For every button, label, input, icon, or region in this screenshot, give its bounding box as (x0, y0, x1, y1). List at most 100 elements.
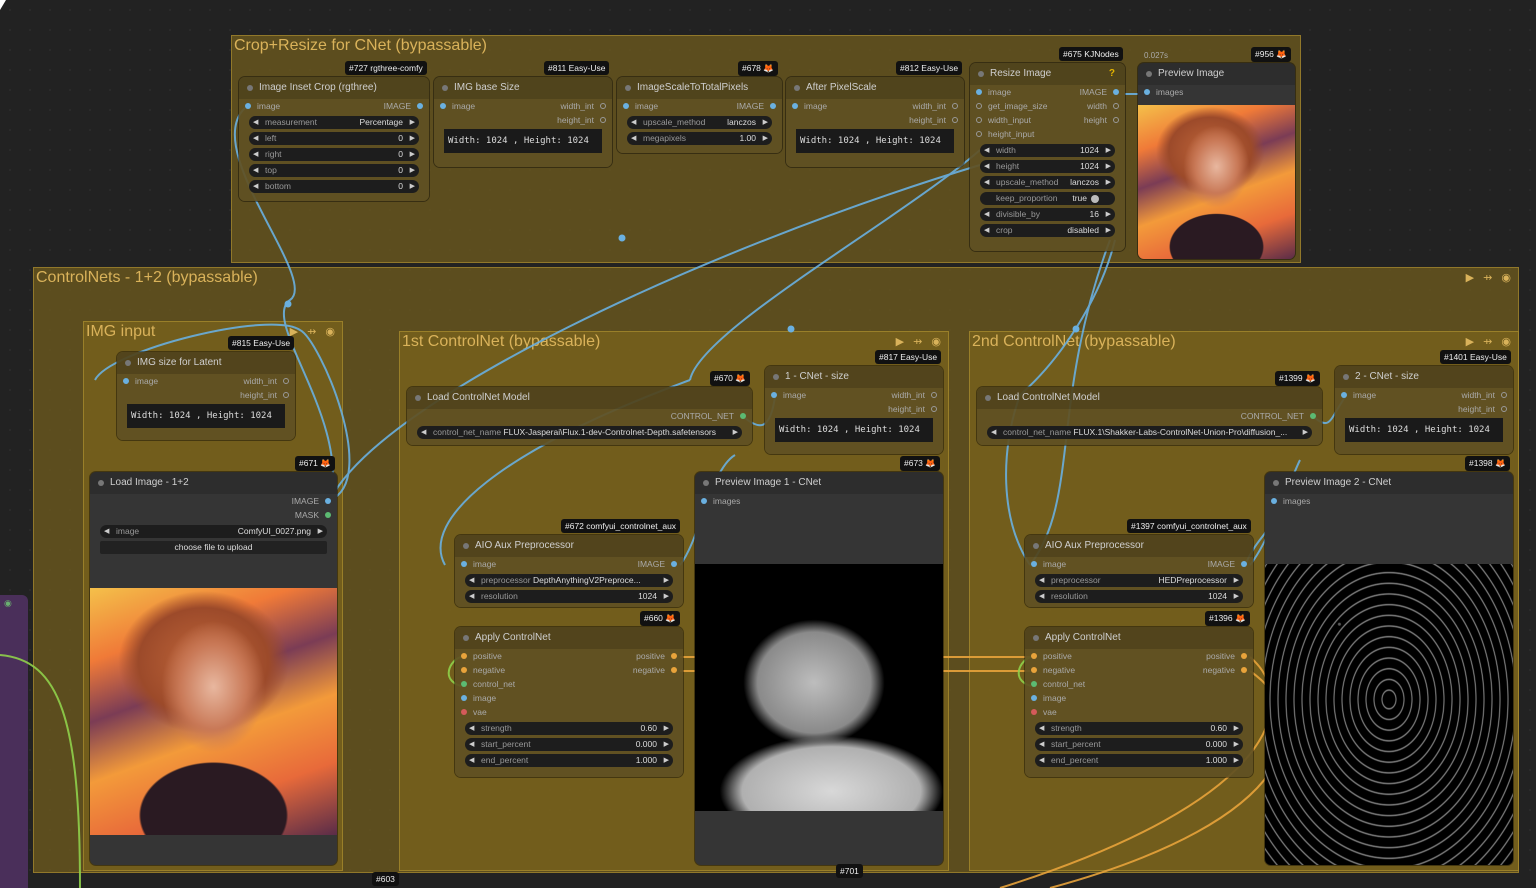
input-slot[interactable] (440, 103, 446, 109)
control-net-name-combo[interactable]: control_net_name FLUX-Jasperai\Flux.1-de… (417, 426, 742, 439)
top-number[interactable]: top0 (249, 164, 419, 177)
output-slot[interactable] (1501, 392, 1507, 398)
left-number[interactable]: left0 (249, 132, 419, 145)
output-slot[interactable] (1241, 667, 1247, 673)
output-slot[interactable] (671, 561, 677, 567)
input-slot[interactable] (976, 103, 982, 109)
input-slot[interactable] (1031, 653, 1037, 659)
output-slot[interactable] (417, 103, 423, 109)
output-slot[interactable] (931, 406, 937, 412)
output-slot[interactable] (952, 117, 958, 123)
input-slot[interactable] (461, 709, 467, 715)
upscale-method-combo[interactable]: upscale_methodlanczos (627, 116, 772, 129)
crop-combo[interactable]: cropdisabled (980, 224, 1115, 237)
input-slot[interactable] (1271, 498, 1277, 504)
bottom-number[interactable]: bottom0 (249, 180, 419, 193)
output-slot[interactable] (952, 103, 958, 109)
output-slot[interactable] (325, 498, 331, 504)
strength-number[interactable]: strength0.60 (465, 722, 673, 735)
node-preview-image[interactable]: Preview Image images (1138, 63, 1295, 259)
control-net-name-combo[interactable]: control_net_name FLUX.1\Shakker-Labs-Con… (987, 426, 1312, 439)
output-slot[interactable] (1501, 406, 1507, 412)
megapixels-number[interactable]: megapixels1.00 (627, 132, 772, 145)
node-load-controlnet-2[interactable]: Load ControlNet Model CONTROL_NET contro… (977, 387, 1322, 445)
input-slot[interactable] (1341, 392, 1347, 398)
offscreen-node-fragment[interactable]: ◉ (0, 595, 28, 888)
node-img-size-for-latent[interactable]: IMG size for Latent image width_int heig… (117, 352, 295, 440)
measurement-combo[interactable]: measurementPercentage (249, 116, 419, 129)
input-slot[interactable] (701, 498, 707, 504)
input-slot[interactable] (976, 89, 982, 95)
output-slot[interactable] (1310, 413, 1316, 419)
input-slot[interactable] (245, 103, 251, 109)
width-number[interactable]: width1024 (980, 144, 1115, 157)
output-slot[interactable] (740, 413, 746, 419)
group-controls-icons[interactable]: ▶ ⇸ ◉ (896, 335, 944, 348)
input-slot[interactable] (1031, 681, 1037, 687)
preprocessor-combo[interactable]: preprocessorHEDPreprocessor (1035, 574, 1243, 587)
height-number[interactable]: height1024 (980, 160, 1115, 173)
resolution-number[interactable]: resolution1024 (1035, 590, 1243, 603)
node-apply-controlnet-1[interactable]: Apply ControlNet positive positive negat… (455, 627, 683, 777)
node-load-image[interactable]: Load Image - 1+2 IMAGE MASK imageComfyUI… (90, 472, 337, 865)
input-slot[interactable] (771, 392, 777, 398)
node-aio-aux-preprocessor-2[interactable]: AIO Aux Preprocessor image IMAGE preproc… (1025, 535, 1253, 607)
output-slot[interactable] (1113, 117, 1119, 123)
right-number[interactable]: right0 (249, 148, 419, 161)
divisible-by-number[interactable]: divisible_by16 (980, 208, 1115, 221)
input-slot[interactable] (976, 131, 982, 137)
node-load-controlnet-1[interactable]: Load ControlNet Model CONTROL_NET contro… (407, 387, 752, 445)
end-percent-number[interactable]: end_percent1.000 (465, 754, 673, 767)
node-cnet-size-2[interactable]: 2 - CNet - size image width_int height_i… (1335, 366, 1513, 454)
upload-button[interactable]: choose file to upload (100, 541, 327, 554)
group-controls-icons[interactable]: ▶ ⇸ ◉ (1466, 271, 1514, 284)
output-slot[interactable] (1113, 89, 1119, 95)
input-slot[interactable] (461, 695, 467, 701)
upscale-method-combo[interactable]: upscale_methodlanczos (980, 176, 1115, 189)
output-slot[interactable] (770, 103, 776, 109)
node-preview-image-cnet1[interactable]: Preview Image 1 - CNet images (695, 472, 943, 865)
preprocessor-combo[interactable]: preprocessor DepthAnythingV2Preproce... (465, 574, 673, 587)
node-preview-image-cnet2[interactable]: Preview Image 2 - CNet images (1265, 472, 1513, 865)
input-slot[interactable] (461, 561, 467, 567)
hed-edge-preview[interactable] (1265, 564, 1513, 865)
input-slot[interactable] (792, 103, 798, 109)
output-slot[interactable] (1241, 653, 1247, 659)
output-slot[interactable] (931, 392, 937, 398)
eye-icon[interactable]: ◉ (4, 598, 24, 608)
output-slot[interactable] (671, 667, 677, 673)
input-slot[interactable] (123, 378, 129, 384)
input-slot[interactable] (461, 681, 467, 687)
image-combo[interactable]: imageComfyUI_0027.png (100, 525, 327, 538)
preview-thumbnail[interactable] (1138, 105, 1295, 259)
node-image-inset-crop[interactable]: Image Inset Crop (rgthree) image IMAGE m… (239, 77, 429, 201)
input-slot[interactable] (461, 653, 467, 659)
group-controls-icons[interactable]: ▶ ⇸ ◉ (1466, 335, 1514, 348)
output-slot[interactable] (325, 512, 331, 518)
strength-number[interactable]: strength0.60 (1035, 722, 1243, 735)
node-apply-controlnet-2[interactable]: Apply ControlNet positive positive negat… (1025, 627, 1253, 777)
end-percent-number[interactable]: end_percent1.000 (1035, 754, 1243, 767)
depth-map-preview[interactable] (695, 564, 943, 811)
output-slot[interactable] (1241, 561, 1247, 567)
output-slot[interactable] (600, 117, 606, 123)
help-icon[interactable]: ? (1109, 63, 1115, 85)
output-slot[interactable] (283, 392, 289, 398)
output-slot[interactable] (283, 378, 289, 384)
loaded-image-preview[interactable] (90, 588, 337, 835)
input-slot[interactable] (461, 667, 467, 673)
input-slot[interactable] (1144, 89, 1150, 95)
start-percent-number[interactable]: start_percent0.000 (465, 738, 673, 751)
resolution-number[interactable]: resolution1024 (465, 590, 673, 603)
node-aio-aux-preprocessor-1[interactable]: AIO Aux Preprocessor image IMAGE preproc… (455, 535, 683, 607)
input-slot[interactable] (976, 117, 982, 123)
node-resize-image[interactable]: Resize Image? image IMAGE get_image_size… (970, 63, 1125, 251)
keep-proportion-toggle[interactable]: keep_proportion true (980, 192, 1115, 205)
toggle-knob[interactable] (1091, 194, 1099, 203)
input-slot[interactable] (1031, 667, 1037, 673)
output-slot[interactable] (671, 653, 677, 659)
group-controls-icons[interactable]: ▶ ⇸ ◉ (290, 325, 338, 338)
node-cnet-size-1[interactable]: 1 - CNet - size image width_int height_i… (765, 366, 943, 454)
node-img-base-size[interactable]: IMG base Size image width_int height_int… (434, 77, 612, 167)
node-after-pixelscale[interactable]: After PixelScale image width_int height_… (786, 77, 964, 167)
